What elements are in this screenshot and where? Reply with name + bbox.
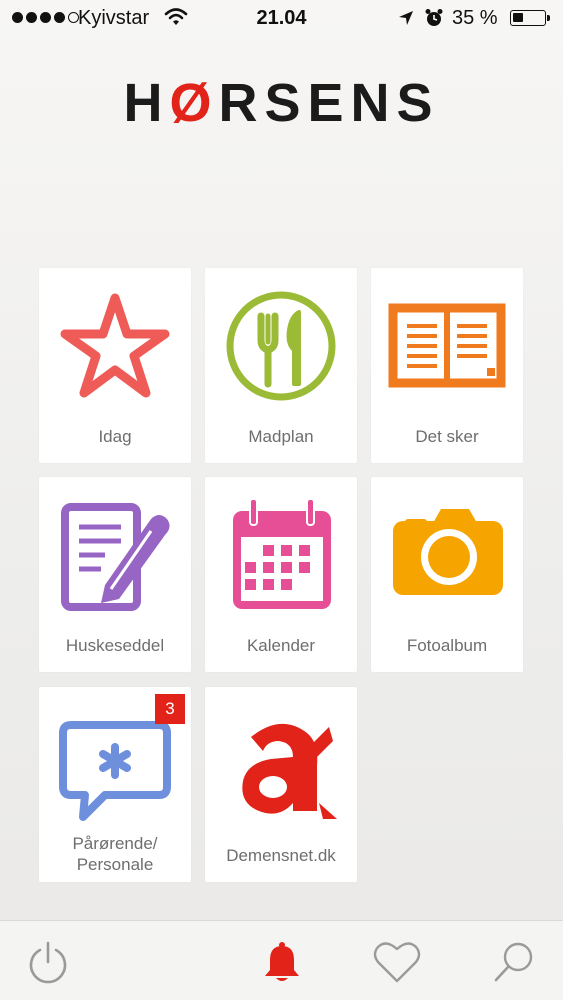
tile-label: Idag [98, 427, 132, 446]
tile-label: Pårørende/ Personale [39, 833, 191, 875]
power-icon [29, 941, 67, 984]
horsens-logo: HØRSENS [123, 73, 440, 133]
notifications-button[interactable] [258, 938, 306, 986]
search-button[interactable] [490, 938, 538, 986]
search-icon [494, 942, 533, 982]
note-pencil-icon [39, 497, 191, 617]
tile-demensnet[interactable]: Demensnet.dk [205, 687, 357, 882]
tile-label: Fotoalbum [406, 636, 488, 655]
notification-badge: 3 [155, 694, 185, 724]
heart-icon [373, 942, 421, 983]
calendar-icon [205, 497, 357, 617]
camera-icon [371, 497, 523, 617]
location-arrow-icon [398, 10, 414, 31]
tile-paarorende-personale[interactable]: 3 Pårørende/ Personale [39, 687, 191, 882]
favorites-button[interactable] [373, 938, 421, 986]
tile-label: Madplan [248, 427, 314, 446]
battery-percentage: 35 % [452, 7, 498, 29]
tile-huskeseddel[interactable]: Huskeseddel [39, 477, 191, 672]
chat-asterisk-icon [39, 707, 191, 827]
tile-madplan[interactable]: Madplan [205, 268, 357, 463]
alarm-clock-icon [424, 8, 444, 33]
tile-label: Demensnet.dk [226, 846, 336, 865]
tile-det-sker[interactable]: Det sker [371, 268, 523, 463]
open-book-icon [371, 288, 523, 408]
power-button[interactable] [24, 938, 72, 986]
star-icon [39, 288, 191, 408]
status-bar: Kyivstar 21.04 35 % [0, 0, 563, 38]
tile-fotoalbum[interactable]: Fotoalbum [371, 477, 523, 672]
tile-kalender[interactable]: Kalender [205, 477, 357, 672]
bell-icon [265, 942, 299, 981]
battery-icon [510, 10, 550, 26]
tab-bar [0, 920, 563, 1000]
demensnet-logo-icon [205, 707, 357, 827]
tile-idag[interactable]: Idag [39, 268, 191, 463]
plate-cutlery-icon [205, 288, 357, 408]
tile-label: Kalender [246, 636, 316, 655]
tile-label: Det sker [415, 427, 479, 446]
tile-label-line2: Personale [76, 855, 154, 874]
tile-label: Huskeseddel [65, 636, 165, 655]
tile-label-line1: Pårørende/ [72, 834, 158, 853]
